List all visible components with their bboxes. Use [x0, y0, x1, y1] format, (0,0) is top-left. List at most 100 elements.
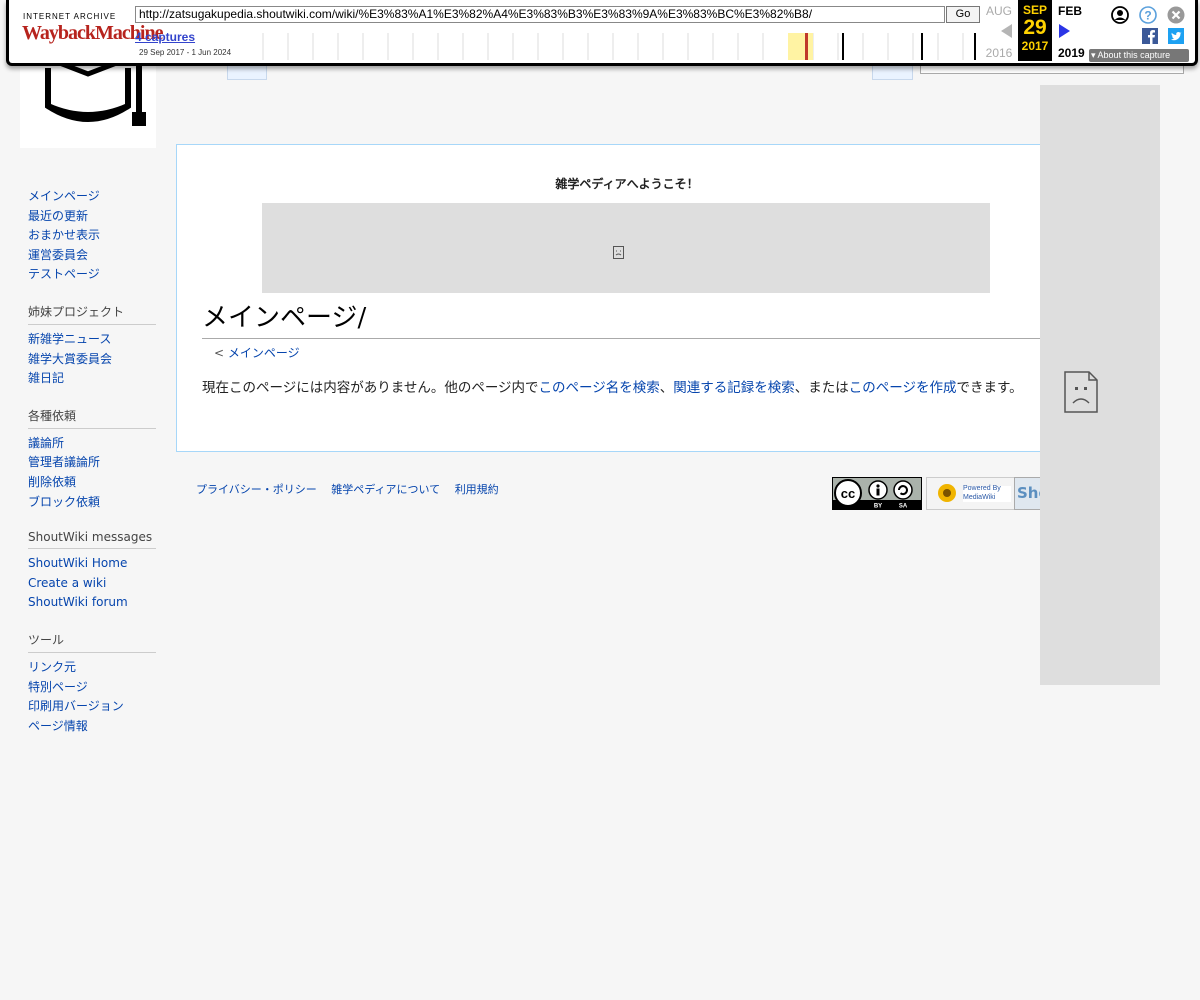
sidebar-link-random[interactable]: おまかせ表示: [28, 228, 100, 242]
current-month: SEP: [1022, 3, 1047, 17]
sidebar-link[interactable]: 雑学大賞委員会: [28, 352, 112, 366]
sidebar-item[interactable]: ページ情報: [28, 717, 156, 737]
create-page-link[interactable]: このページを作成: [849, 380, 957, 396]
section-heading: ShoutWiki messages: [28, 530, 156, 550]
content-area: 雑学ペディアへようこそ！ メインページ/ < メインページ 現在このページには内…: [176, 144, 1062, 452]
wayback-url-input[interactable]: http://zatsugakupedia.shoutwiki.com/wiki…: [135, 6, 945, 23]
svg-text:SA: SA: [899, 504, 908, 510]
breadcrumb: < メインページ: [214, 344, 300, 361]
sidebar-item[interactable]: 最近の更新: [28, 207, 156, 227]
svg-text:?: ?: [1144, 9, 1151, 23]
wayback-go-button[interactable]: Go: [946, 6, 980, 23]
wayback-next-month[interactable]: FEB: [1058, 4, 1082, 18]
sidebar-link-recent-changes[interactable]: 最近の更新: [28, 209, 88, 223]
facebook-icon[interactable]: [1142, 28, 1158, 44]
sidebar-item[interactable]: 雑日記: [28, 369, 156, 389]
sidebar-link[interactable]: 議論所: [28, 436, 64, 450]
sidebar-link[interactable]: 管理者議論所: [28, 455, 100, 469]
sidebar-item[interactable]: ブロック依頼: [28, 493, 156, 513]
footer-link-terms[interactable]: 利用規約: [455, 483, 499, 496]
mediawiki-label: Powered By MediaWiki: [963, 485, 1001, 501]
sidebar-link-test-page[interactable]: テストページ: [28, 267, 100, 281]
sidebar-item[interactable]: おまかせ表示: [28, 226, 156, 246]
no-content-message: 現在このページには内容がありません。他のページ内でこのページ名を検索、関連する記…: [202, 377, 1042, 399]
about-capture-button[interactable]: ▾ About this capture: [1089, 49, 1189, 62]
sidebar-item[interactable]: 管理者議論所: [28, 453, 156, 473]
close-icon[interactable]: [1167, 6, 1185, 24]
sidebar-item[interactable]: 特別ページ: [28, 678, 156, 698]
mediawiki-badge[interactable]: Powered By MediaWiki: [926, 477, 1016, 510]
sidebar-item[interactable]: 印刷用バージョン: [28, 697, 156, 717]
sidebar-link[interactable]: 削除依頼: [28, 475, 76, 489]
sidebar: メインページ 最近の更新 おまかせ表示 運営委員会 テストページ 姉妹プロジェク…: [28, 187, 156, 754]
message-text: できます。: [956, 380, 1023, 396]
sidebar-item[interactable]: リンク元: [28, 658, 156, 678]
breadcrumb-prefix: <: [214, 346, 228, 360]
wayback-prev-month[interactable]: AUG: [983, 4, 1015, 18]
sidebar-link[interactable]: ShoutWiki forum: [28, 595, 128, 609]
sidebar-link[interactable]: 雑日記: [28, 371, 64, 385]
svg-text:BY: BY: [874, 504, 882, 510]
wayback-next-year[interactable]: 2019: [1058, 46, 1085, 60]
message-text: 、または: [794, 380, 849, 396]
sidebar-navigation: メインページ 最近の更新 おまかせ表示 運営委員会 テストページ: [28, 187, 156, 285]
twitter-icon[interactable]: [1168, 28, 1184, 44]
sidebar-item[interactable]: ShoutWiki forum: [28, 593, 156, 613]
wayback-current-capture: SEP 29 2017: [1018, 0, 1052, 61]
current-day: 29: [1023, 16, 1047, 39]
user-account-icon[interactable]: [1111, 6, 1129, 24]
next-capture-arrow-icon[interactable]: [1058, 23, 1072, 39]
breadcrumb-link-main-page[interactable]: メインページ: [228, 346, 300, 360]
sidebar-link-committee[interactable]: 運営委員会: [28, 248, 88, 262]
sidebar-link[interactable]: ページ情報: [28, 719, 88, 733]
sidebar-item[interactable]: Create a wiki: [28, 574, 156, 594]
wayback-prev-year[interactable]: 2016: [983, 46, 1015, 60]
footer-links: プライバシー・ポリシー 雑学ペディアについて 利用規約: [196, 481, 510, 497]
sidebar-item[interactable]: ShoutWiki Home: [28, 554, 156, 574]
section-heading: ツール: [28, 631, 156, 653]
about-capture-label: About this capture: [1097, 50, 1171, 60]
cc-by-sa-badge[interactable]: cc BY SA: [832, 477, 922, 510]
ad-placeholder: [1040, 85, 1160, 685]
page-title: メインページ/: [202, 300, 1062, 339]
sidebar-link-main-page[interactable]: メインページ: [28, 189, 100, 203]
sidebar-link[interactable]: Create a wiki: [28, 576, 106, 590]
wayback-toolbar: INTERNET ARCHIVE WaybackMachine http://z…: [6, 0, 1198, 66]
sidebar-link[interactable]: 新雑学ニュース: [28, 332, 111, 346]
welcome-heading: 雑学ペディアへようこそ！: [555, 177, 699, 191]
sidebar-item[interactable]: 運営委員会: [28, 246, 156, 266]
sidebar-link[interactable]: ブロック依頼: [28, 495, 100, 509]
sidebar-section-sister-projects: 姉妹プロジェクト 新雑学ニュース 雑学大賞委員会 雑日記: [28, 303, 156, 389]
wayback-date-range: 29 Sep 2017 - 1 Jun 2024: [139, 48, 232, 57]
search-logs-link[interactable]: 関連する記録を検索: [673, 380, 795, 396]
sidebar-section-tools: ツール リンク元 特別ページ 印刷用バージョン ページ情報: [28, 631, 156, 736]
sidebar-section-requests: 各種依頼 議論所 管理者議論所 削除依頼 ブロック依頼: [28, 407, 156, 512]
sidebar-link[interactable]: 印刷用バージョン: [28, 699, 124, 713]
sidebar-item[interactable]: テストページ: [28, 265, 156, 285]
footer-link-about[interactable]: 雑学ペディアについて: [331, 483, 440, 496]
caret-down-icon: ▾: [1091, 50, 1096, 60]
wayback-sparkline[interactable]: [255, 33, 995, 60]
sidebar-link[interactable]: ShoutWiki Home: [28, 556, 127, 570]
prev-capture-arrow-icon[interactable]: [999, 23, 1013, 39]
broken-image-icon: [613, 246, 624, 259]
wayback-logo[interactable]: INTERNET ARCHIVE WaybackMachine: [22, 8, 163, 52]
message-text: 現在このページには内容がありません。他のページ内で: [202, 380, 539, 396]
section-heading: 姉妹プロジェクト: [28, 303, 156, 325]
sidebar-item[interactable]: 新雑学ニュース: [28, 330, 156, 350]
wayback-captures-link[interactable]: 4 captures: [135, 30, 195, 44]
sidebar-item[interactable]: 雑学大賞委員会: [28, 350, 156, 370]
message-text: 、: [659, 380, 674, 396]
sidebar-link[interactable]: 特別ページ: [28, 680, 88, 694]
banner-placeholder: [262, 203, 990, 293]
sidebar-link[interactable]: リンク元: [28, 660, 76, 674]
search-page-name-link[interactable]: このページ名を検索: [539, 380, 660, 396]
footer-link-privacy[interactable]: プライバシー・ポリシー: [196, 483, 317, 496]
sidebar-item[interactable]: メインページ: [28, 187, 156, 207]
sidebar-item[interactable]: 削除依頼: [28, 473, 156, 493]
sidebar-item[interactable]: 議論所: [28, 434, 156, 454]
current-year: 2017: [1021, 39, 1049, 53]
help-icon[interactable]: ?: [1139, 6, 1157, 24]
broken-image-icon: [1064, 371, 1098, 413]
svg-text:cc: cc: [841, 486, 855, 501]
